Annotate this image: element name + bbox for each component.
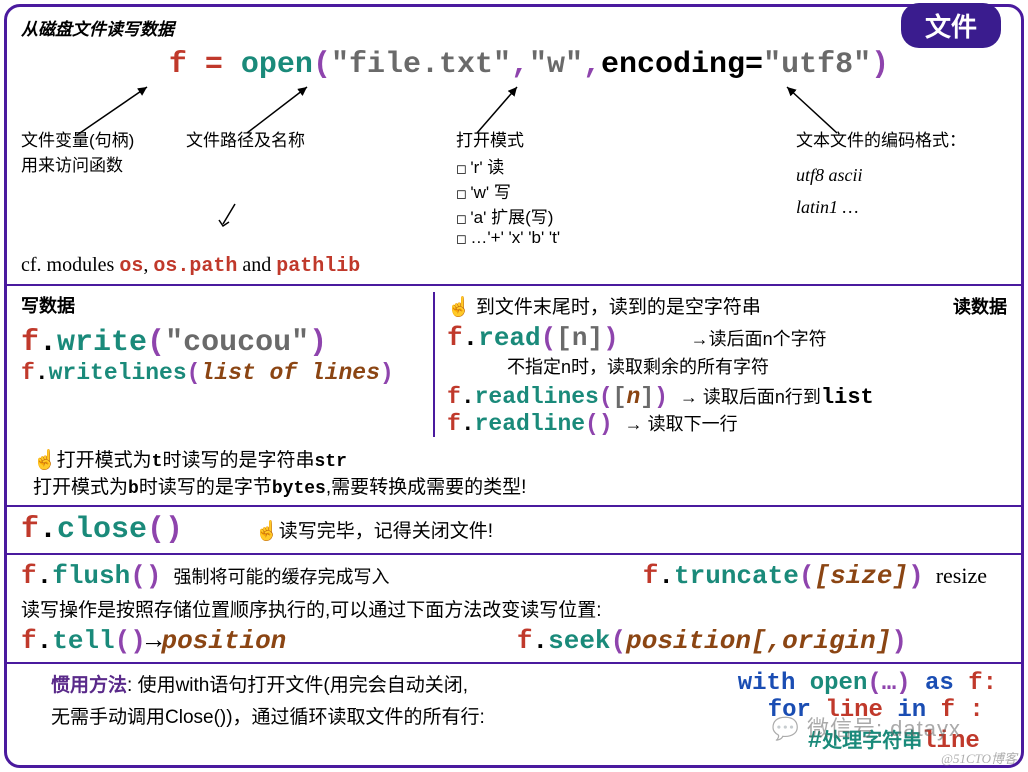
readlines-arg: n bbox=[626, 384, 640, 410]
readlines-note: → 读取后面n行到list bbox=[680, 383, 874, 410]
comma1: , bbox=[511, 48, 529, 82]
lparen: ( bbox=[313, 48, 331, 82]
seek-note: 读写操作是按照存储位置顺序执行的,可以通过下面方法改变读写位置: bbox=[21, 595, 1007, 622]
close-note: ☝读写完毕，记得关闭文件! bbox=[195, 516, 493, 543]
mode-r: 'r' 读 bbox=[456, 153, 786, 178]
arg-enc: "utf8" bbox=[763, 48, 871, 82]
file-card: 文件 从磁盘文件读写数据 f = open("file.txt","w",enc… bbox=[4, 4, 1024, 768]
read-header: 读数据 bbox=[953, 293, 1007, 319]
readline-note: → 读取下一行 bbox=[625, 410, 738, 436]
comma2: , bbox=[583, 48, 601, 82]
fn-truncate: f.truncate([size]) bbox=[643, 561, 924, 591]
writelines-arg: list of lines bbox=[200, 360, 379, 386]
tell-return: position bbox=[161, 626, 286, 656]
ann-encoding: 文本文件的编码格式： utf8 ascii latin1 … bbox=[796, 126, 1026, 224]
cf-prefix: cf. modules bbox=[21, 254, 119, 276]
readlines-note-a: → 读取后面n行到 bbox=[680, 387, 821, 407]
section-tag: 文件 bbox=[901, 3, 1001, 48]
mode-note-1: ☝打开模式为t时读写的是字符串str bbox=[21, 445, 1007, 472]
annotations-row: 文件变量(句柄) 用来访问函数 文件路径及名称 打开模式 'r' 读 'w' 写… bbox=[21, 126, 1007, 248]
mod-os: os bbox=[119, 255, 143, 278]
read-arg: [n] bbox=[556, 323, 603, 353]
cf-sep1: , bbox=[143, 254, 153, 276]
fn-writelines: f.writelines(list of lines) bbox=[21, 360, 421, 386]
tell-seek-row: f.tell()→position f.seek(position[,origi… bbox=[21, 626, 1007, 656]
divider-1 bbox=[7, 284, 1021, 286]
mode-list: 'r' 读 'w' 写 'a' 扩展(写) …'+' 'x' 'b' 't' bbox=[456, 153, 786, 248]
divider-4 bbox=[7, 662, 1021, 664]
idiom-text: 惯用方法: 使用with语句打开文件(用完会自动关闭, 无需手动调用Close(… bbox=[21, 670, 718, 735]
enc-list-1: utf8 ascii bbox=[796, 159, 1026, 191]
ann-mode-title: 打开模式 bbox=[456, 131, 524, 150]
mode-a: 'a' 扩展(写) bbox=[456, 203, 786, 228]
kw-encoding: encoding= bbox=[601, 48, 763, 82]
fn-seek: f.seek(position[,origin]) bbox=[517, 626, 1007, 656]
with-line1: with open(…) as f: bbox=[738, 670, 997, 697]
fn-open: open bbox=[241, 48, 313, 82]
fn-close: f.close() bbox=[21, 513, 183, 547]
eq: = bbox=[187, 48, 241, 82]
mod-ospath: os.path bbox=[153, 255, 237, 278]
mode-other: …'+' 'x' 'b' 't' bbox=[456, 228, 786, 248]
write-column: 写数据 f.write("coucou") f.writelines(list … bbox=[21, 292, 433, 437]
fn-tell: f.tell()→position bbox=[21, 626, 286, 656]
idiom-label: 惯用方法 bbox=[51, 675, 127, 696]
fn-flush: f.flush() bbox=[21, 561, 161, 591]
ann-file-var: 文件变量(句柄) 用来访问函数 bbox=[21, 126, 176, 176]
mod-pathlib: pathlib bbox=[276, 255, 360, 278]
divider-3 bbox=[7, 553, 1021, 555]
watermark-wechat: 💬 微信号: datayx bbox=[771, 711, 961, 743]
close-row: f.close() ☝读写完毕，记得关闭文件! bbox=[21, 513, 1007, 547]
section-subtitle: 从磁盘文件读写数据 bbox=[21, 15, 1007, 40]
arg-path: "file.txt" bbox=[331, 48, 511, 82]
resize-label: resize bbox=[936, 563, 1007, 589]
readlines-note-b: list bbox=[821, 385, 874, 410]
var-f: f bbox=[169, 48, 187, 82]
read-note2: 不指定n时，读取剩余的所有字符 bbox=[447, 353, 1007, 379]
read-note1: →读后面n个字符 bbox=[631, 325, 827, 351]
ann-mode: 打开模式 'r' 读 'w' 写 'a' 扩展(写) …'+' 'x' 'b' … bbox=[396, 126, 786, 248]
cf-sep2: and bbox=[237, 254, 276, 276]
write-header: 写数据 bbox=[21, 292, 421, 318]
ann-path: 文件路径及名称 bbox=[186, 126, 386, 151]
flush-note: 强制将可能的缓存完成写入 bbox=[173, 563, 389, 589]
fn-read: f.read([n]) bbox=[447, 323, 619, 353]
fn-write: f.write("coucou") bbox=[21, 326, 421, 360]
read-column: ☝ 到文件末尾时，读到的是空字符串 读数据 f.read([n]) →读后面n个… bbox=[433, 292, 1007, 437]
mode-note-2: 打开模式为b时读写的是字节bytes,需要转换成需要的类型! bbox=[21, 472, 1007, 499]
open-code-line: f = open("file.txt","w",encoding="utf8") bbox=[51, 48, 1007, 82]
enc-list-2: latin1 … bbox=[796, 191, 1026, 223]
enc-title: 文本文件的编码格式： bbox=[796, 126, 1026, 151]
mode-w: 'w' 写 bbox=[456, 178, 786, 203]
divider-2 bbox=[7, 505, 1021, 507]
flush-trunc-row: f.flush() 强制将可能的缓存完成写入 f.truncate([size]… bbox=[21, 561, 1007, 591]
rparen: ) bbox=[871, 48, 889, 82]
fn-readlines: f.readlines([n]) bbox=[447, 384, 668, 410]
seek-arg: position[,origin] bbox=[626, 626, 891, 656]
read-write-columns: 写数据 f.write("coucou") f.writelines(list … bbox=[21, 292, 1007, 437]
arg-mode: "w" bbox=[529, 48, 583, 82]
cf-modules-line: cf. modules os, os.path and pathlib bbox=[21, 254, 1007, 278]
trunc-arg: size bbox=[830, 561, 892, 591]
fn-readline: f.readline() bbox=[447, 411, 613, 437]
eof-note: ☝ 到文件末尾时，读到的是空字符串 bbox=[447, 292, 761, 319]
write-arg: "coucou" bbox=[165, 326, 309, 360]
